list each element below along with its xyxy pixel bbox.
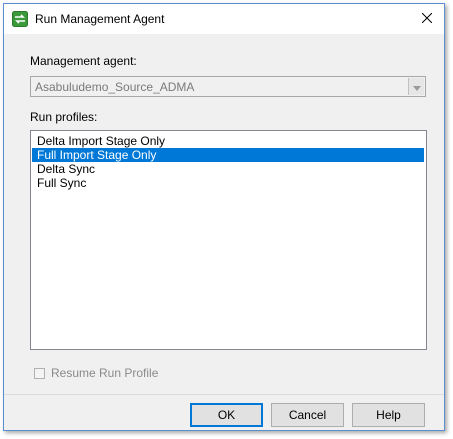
list-item[interactable]: Delta Import Stage Only xyxy=(32,134,424,148)
management-agent-label: Management agent: xyxy=(30,54,137,68)
close-button[interactable] xyxy=(410,4,444,34)
management-agent-value: Asabuludemo_Source_ADMA xyxy=(35,80,195,94)
run-management-agent-dialog: Run Management Agent Management agent: A… xyxy=(3,3,445,431)
window-title: Run Management Agent xyxy=(35,12,165,26)
resume-run-profile-option[interactable]: Resume Run Profile xyxy=(34,366,158,380)
footer-divider xyxy=(4,394,444,395)
management-agent-dropdown[interactable]: Asabuludemo_Source_ADMA xyxy=(30,76,426,97)
help-button[interactable]: Help xyxy=(352,403,425,427)
list-item[interactable]: Full Import Stage Only xyxy=(32,148,424,162)
run-profiles-label: Run profiles: xyxy=(30,110,98,124)
resume-run-profile-checkbox[interactable] xyxy=(34,367,45,379)
chevron-down-icon xyxy=(412,80,421,94)
list-item[interactable]: Delta Sync xyxy=(32,162,424,176)
title-bar: Run Management Agent xyxy=(4,4,444,34)
cancel-button[interactable]: Cancel xyxy=(271,403,344,427)
resume-run-profile-label: Resume Run Profile xyxy=(51,366,159,380)
sync-icon xyxy=(12,11,28,27)
run-profiles-list[interactable]: Delta Import Stage Only Full Import Stag… xyxy=(30,130,427,350)
dropdown-arrow-button[interactable] xyxy=(408,78,424,95)
ok-button[interactable]: OK xyxy=(190,403,263,427)
close-icon xyxy=(421,12,433,26)
list-item[interactable]: Full Sync xyxy=(32,176,424,190)
